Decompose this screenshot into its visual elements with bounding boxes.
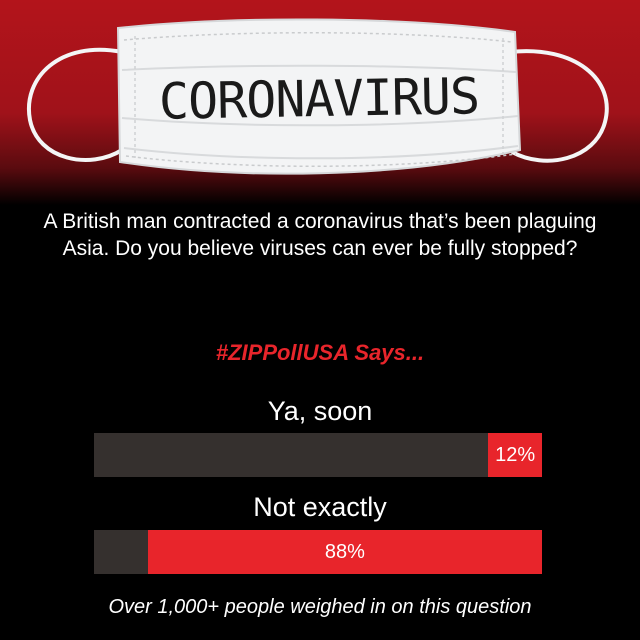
result-fill-2: 88% [147,530,542,574]
result-percent-1: 12% [495,444,536,466]
result-bar-2: 88% [94,530,542,574]
hero-image: CORONAVIRUS [0,0,640,205]
option-label-1: Ya, soon [267,396,373,426]
option-label-2: Not exactly [253,492,387,522]
mask-lettering: CORONAVIRUS [158,67,479,131]
result-bar-1: 12% [94,433,542,477]
poll-hashtag: #ZIPPollUSA Says... [215,340,425,365]
result-fill-1: 12% [488,433,542,477]
result-percent-2: 88% [324,541,365,563]
footer-note: Over 1,000+ people weighed in on this qu… [108,596,532,618]
face-mask-illustration: CORONAVIRUS [26,18,609,175]
poll-question: A British man contracted a coronavirus t… [43,210,597,260]
